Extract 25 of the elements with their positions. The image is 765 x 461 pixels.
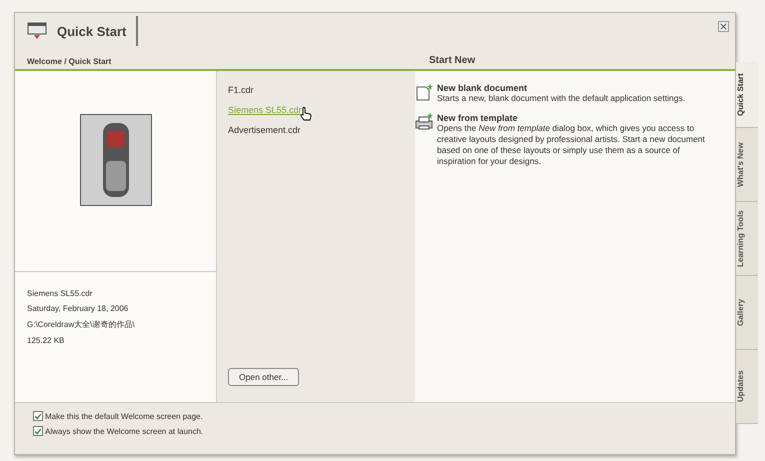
open-other-button[interactable]: Open other... <box>228 368 300 386</box>
start-new-link[interactable]: New from template <box>437 113 712 123</box>
checkbox[interactable] <box>33 411 43 421</box>
breadcrumb: Welcome / Quick Start <box>26 57 112 66</box>
file-date: Saturday, February 18, 2006 <box>27 304 130 313</box>
file-name: Siemens SL55.cdr <box>27 289 94 298</box>
recent-file-link[interactable]: Advertisement.cdr <box>228 125 301 135</box>
close-button[interactable] <box>718 21 729 32</box>
side-tab[interactable]: Gallery <box>736 276 758 350</box>
recent-file-link[interactable]: F1.cdr <box>228 85 254 95</box>
side-tab[interactable]: Updates <box>736 350 758 424</box>
side-tab[interactable]: What's New <box>736 128 758 202</box>
start-new-link[interactable]: New blank document <box>437 83 712 93</box>
file-path: G:\Coreldraw大全\谢奇的作品\ <box>27 319 136 330</box>
start-new-description: Opens the New from template dialog box, which gives you access to creative layouts designed by professional artists. Start a new document based on one of these layouts or simply use them as a source of inspiration for your designs. <box>437 123 706 167</box>
checkbox[interactable] <box>33 426 43 436</box>
side-tab[interactable]: Learning Tools <box>736 202 758 276</box>
checkbox-label: Always show the Welcome screen at launch. <box>45 426 204 436</box>
checkbox-label: Make this the default Welcome screen page. <box>45 412 203 420</box>
start-new-description: Starts a new, blank document with the default application settings. <box>437 93 686 104</box>
section-heading: Start New <box>429 55 476 66</box>
monitor-icon <box>27 22 47 40</box>
file-size: 125.22 KB <box>27 336 66 345</box>
window-title: Quick Start <box>57 24 126 38</box>
side-tab[interactable]: Quick Start <box>736 62 758 128</box>
